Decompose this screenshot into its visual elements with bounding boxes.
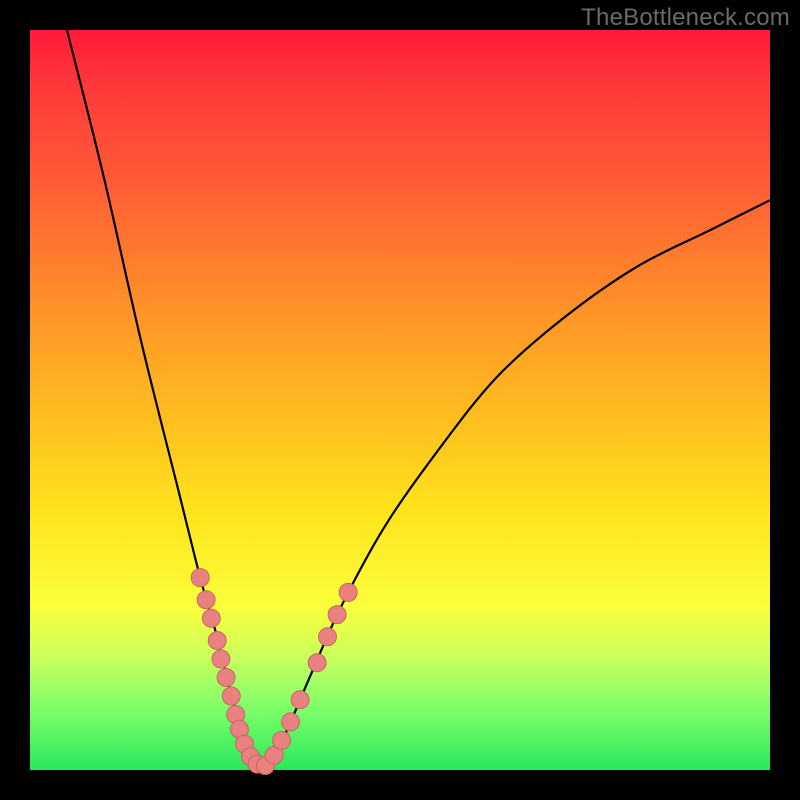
curve-marker	[217, 669, 235, 687]
curve-marker	[339, 583, 357, 601]
curve-marker	[328, 606, 346, 624]
curve-marker	[202, 609, 220, 627]
watermark-text: TheBottleneck.com	[581, 4, 790, 32]
curve-marker	[191, 569, 209, 587]
curve-marker	[291, 691, 309, 709]
bottleneck-curve	[67, 30, 770, 767]
curve-marker	[308, 654, 326, 672]
curve-marker	[222, 687, 240, 705]
curve-marker	[281, 713, 299, 731]
chart-frame: TheBottleneck.com	[0, 0, 800, 800]
curve-marker	[212, 650, 230, 668]
curve-markers	[191, 569, 357, 775]
curve-marker	[318, 628, 336, 646]
curve-svg	[30, 30, 770, 770]
plot-area	[30, 30, 770, 770]
curve-marker	[208, 632, 226, 650]
curve-marker	[273, 731, 291, 749]
curve-marker	[197, 591, 215, 609]
